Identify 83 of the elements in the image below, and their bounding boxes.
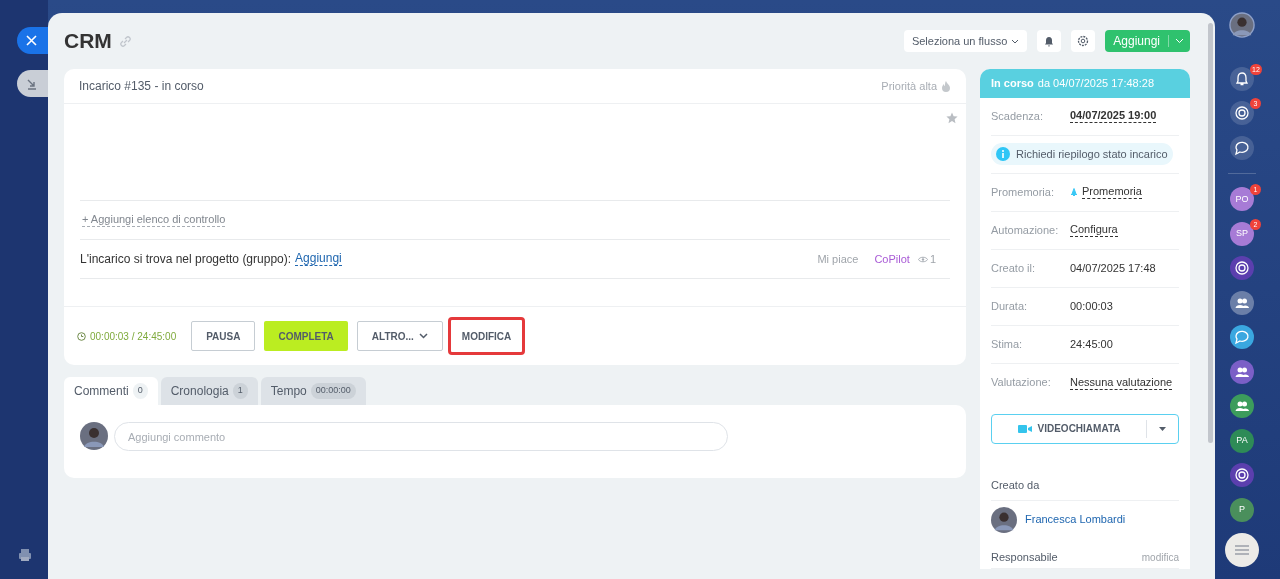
menu-button[interactable] [1225, 533, 1259, 567]
tab[interactable]: Commenti 0 [64, 377, 158, 405]
clock-icon [77, 331, 86, 341]
add-checklist-link[interactable]: + Aggiungi elenco di controllo [82, 213, 226, 227]
info-icon [996, 147, 1010, 161]
rail-button[interactable] [1230, 101, 1254, 126]
field-label: Promemoria: [991, 184, 1055, 200]
video-camera-icon [1017, 424, 1032, 433]
field-label: Scadenza: [991, 108, 1044, 124]
field-link[interactable]: Promemoria [1082, 185, 1142, 199]
creator-avatar [991, 506, 1017, 533]
bell-icon [1233, 69, 1251, 88]
chat-avatar[interactable]: SP [1230, 221, 1254, 246]
rail-button[interactable] [1230, 256, 1254, 281]
target-icon [1233, 104, 1251, 123]
priority-label: Priorità alta [881, 78, 937, 94]
field-link[interactable]: 04/07/2025 19:00 [1070, 109, 1157, 123]
more-dropdown-button[interactable]: ALTRO... [356, 321, 443, 351]
bell-icon [1044, 35, 1055, 47]
rail-button[interactable] [1230, 359, 1254, 384]
printer-icon[interactable] [18, 548, 32, 562]
field-label: Automazione: [991, 222, 1060, 238]
chat-avatar[interactable]: PA [1230, 428, 1254, 453]
user-avatar[interactable] [1229, 12, 1255, 39]
notification-button[interactable] [1037, 30, 1062, 52]
close-icon [26, 35, 37, 46]
field-value: 04/07/2025 17:48 [1070, 260, 1156, 276]
star-icon[interactable] [946, 112, 958, 124]
field-label: Creato il: [991, 260, 1037, 276]
tab[interactable]: Tempo 00:00:00 [260, 377, 366, 405]
rail-button[interactable] [1230, 325, 1254, 350]
rail-button[interactable] [1230, 463, 1254, 488]
project-label: L'incarico si trova nel progetto (gruppo): [80, 251, 292, 268]
chevron-down-icon [418, 333, 428, 339]
user-avatar [80, 422, 108, 450]
target-icon [1233, 466, 1251, 485]
chat-avatar[interactable]: P [1230, 497, 1254, 522]
timer-text: 00:00:03 / 24:45:00 [90, 329, 177, 344]
creator-link[interactable]: Francesca Lombardi [1025, 511, 1126, 528]
rail-button[interactable] [1230, 135, 1254, 160]
eye-icon [917, 255, 928, 263]
settings-icon [1077, 35, 1090, 47]
close-button[interactable] [17, 27, 48, 54]
action-button[interactable]: PAUSA [191, 321, 256, 351]
field-label: Durata: [991, 298, 1029, 314]
view-count: 1 [929, 251, 936, 267]
settings-button[interactable] [1071, 30, 1096, 52]
chevron-down-icon [1175, 38, 1184, 44]
field-value: 24:45:00 [1070, 336, 1113, 352]
task-title: Incarico #135 - in corso [79, 78, 204, 95]
page-title: CRM [64, 28, 112, 55]
chevron-down-icon [1011, 38, 1020, 44]
flow-select[interactable]: Seleziona un flusso [903, 30, 1028, 52]
chat-icon [1233, 328, 1251, 347]
tab-counter: 0 [132, 383, 148, 399]
field-value: 00:00:03 [1070, 298, 1113, 314]
project-add-link[interactable]: Aggiungi [295, 252, 342, 266]
comment-input[interactable]: Aggiungi commento [114, 422, 728, 451]
status-text: In corso [991, 76, 1034, 91]
tab[interactable]: Cronologia 1 [160, 377, 258, 405]
field-link[interactable]: Nessuna valutazione [1070, 375, 1173, 390]
field-link[interactable]: Configura [1070, 223, 1118, 237]
field-label: Stima: [991, 336, 1024, 352]
chat-avatar[interactable]: PO [1230, 187, 1254, 212]
target-icon [1233, 259, 1251, 278]
tab-counter: 00:00:00 [310, 383, 356, 399]
responsible-label: Responsabile [991, 549, 1058, 565]
copilot-link[interactable]: CoPilot [874, 250, 910, 268]
list-icon [1235, 545, 1249, 555]
rail-button[interactable] [1230, 290, 1254, 315]
tab-counter: 1 [232, 383, 248, 399]
bell-icon [1070, 187, 1078, 197]
field-label: Valutazione: [991, 375, 1052, 391]
info-pill[interactable]: Richiedi riepilogo stato incarico [991, 143, 1173, 165]
video-call-button[interactable]: VIDEOCHIAMATA [991, 413, 1179, 444]
created-by-label: Creato da [991, 478, 1040, 491]
rail-button[interactable] [1230, 66, 1254, 91]
action-button[interactable]: COMPLETA [264, 321, 348, 351]
status-since: da 04/07/2025 17:48:28 [1037, 76, 1155, 91]
collapse-button[interactable] [17, 70, 48, 97]
collapse-icon [26, 77, 38, 90]
rail-button[interactable] [1230, 394, 1254, 419]
caret-icon [1159, 426, 1166, 431]
